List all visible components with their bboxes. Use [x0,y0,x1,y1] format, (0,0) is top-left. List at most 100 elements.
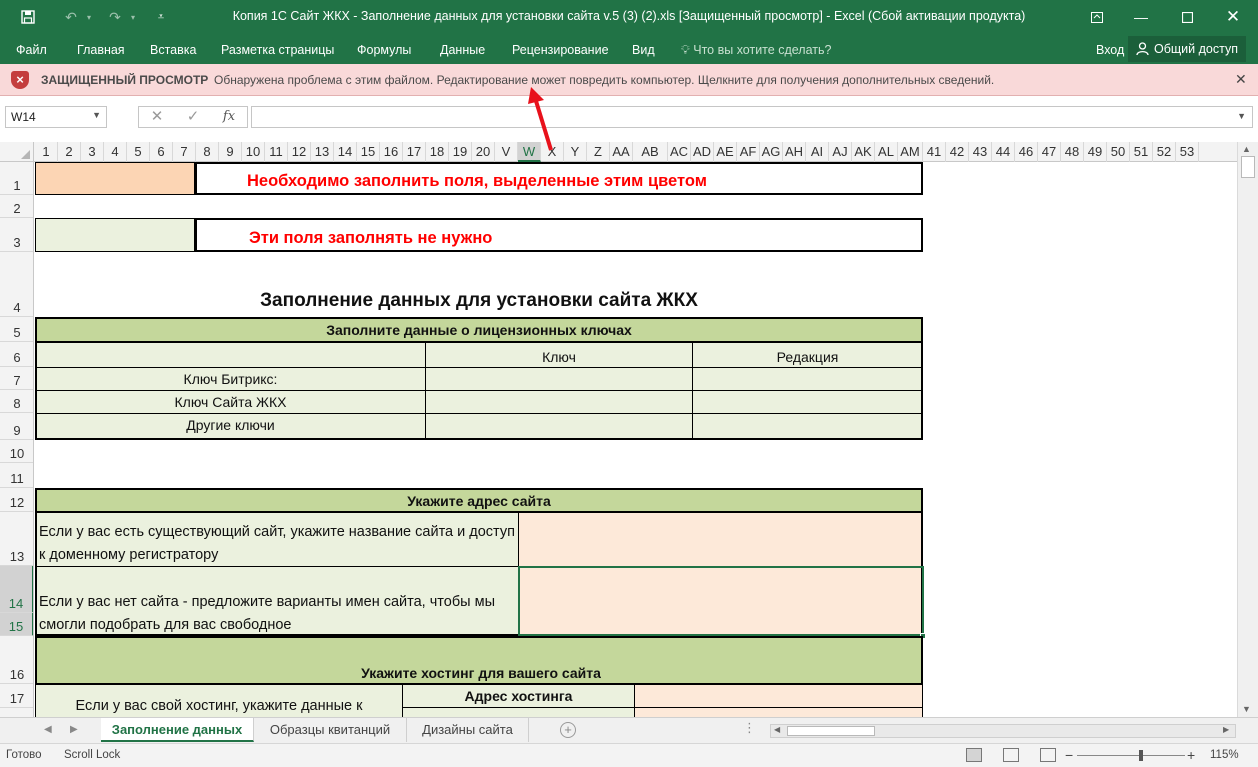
column-header[interactable]: AL [875,142,898,162]
tab-view[interactable]: Вид [632,39,655,61]
sign-in-link[interactable]: Вход [1096,39,1124,61]
normal-view-icon[interactable] [966,748,982,762]
protected-view-bar[interactable]: × ЗАЩИЩЕННЫЙ ПРОСМОТР Обнаружена проблем… [0,64,1258,96]
tab-file[interactable]: Файл [16,39,47,61]
row-header[interactable]: 5 [0,317,33,342]
share-button[interactable]: Общий доступ [1128,36,1246,62]
column-header[interactable]: 51 [1130,142,1153,162]
customize-qat-icon[interactable]: ⩡ [154,6,168,28]
column-header[interactable]: 13 [311,142,334,162]
column-header[interactable]: 50 [1107,142,1130,162]
column-header[interactable]: V [495,142,518,162]
column-header[interactable]: 47 [1038,142,1061,162]
horizontal-scroll-thumb[interactable] [787,726,875,736]
column-header[interactable]: 16 [380,142,403,162]
column-header[interactable]: 18 [426,142,449,162]
column-header[interactable]: 2 [58,142,81,162]
row-header[interactable]: 6 [0,342,33,367]
prev-sheet-icon[interactable]: ◀ [44,724,52,735]
page-layout-view-icon[interactable] [1003,748,1019,762]
row-header-selected[interactable]: 14 [0,566,33,613]
scroll-down-icon[interactable]: ▼ [1242,704,1251,714]
column-header[interactable]: 19 [449,142,472,162]
save-icon[interactable] [16,6,40,28]
row-header[interactable]: 16 [0,636,33,684]
vertical-scroll-thumb[interactable] [1241,156,1255,178]
enter-icon[interactable]: ✓ [178,106,208,128]
zoom-out-icon[interactable]: − [1065,747,1073,763]
hosting-address-input[interactable] [634,684,923,708]
zoom-slider-knob[interactable] [1139,750,1143,761]
column-header[interactable]: AD [691,142,714,162]
row-header[interactable]: 12 [0,488,33,512]
zoom-level[interactable]: 115% [1210,749,1239,761]
hosting-next-input[interactable] [634,707,923,717]
column-header[interactable]: 53 [1176,142,1199,162]
tab-insert[interactable]: Вставка [150,39,196,61]
scroll-right-icon[interactable]: ▶ [1223,725,1229,734]
close-window-icon[interactable]: ✕ [1210,0,1256,34]
sheet-tab-active[interactable]: Заполнение данных [101,718,254,742]
expand-formula-icon[interactable]: ▼ [1237,111,1246,121]
sheet-tab[interactable]: Дизайны сайта [407,718,529,742]
row-header[interactable]: 4 [0,252,33,317]
column-header[interactable]: 9 [219,142,242,162]
row-header[interactable]: 3 [0,218,33,252]
maximize-icon[interactable] [1164,0,1210,34]
tab-page-layout[interactable]: Разметка страницы [221,39,334,61]
column-header[interactable]: 52 [1153,142,1176,162]
row-header[interactable]: 9 [0,413,33,440]
cell-grid[interactable]: Необходимо заполнить поля, выделенные эт… [35,162,1237,717]
row-header[interactable]: 13 [0,512,33,566]
column-header[interactable]: AI [806,142,829,162]
add-sheet-icon[interactable]: + [560,722,576,738]
legend-optional-cell[interactable]: Эти поля заполнять не нужно [195,218,923,252]
redo-dropdown-icon[interactable]: ▾ [128,6,138,28]
column-header[interactable]: 48 [1061,142,1084,162]
column-header[interactable]: 49 [1084,142,1107,162]
column-header[interactable]: AA [610,142,633,162]
column-header[interactable]: 11 [265,142,288,162]
chevron-down-icon[interactable]: ▼ [92,110,101,120]
close-bar-icon[interactable]: ✕ [1235,71,1247,88]
column-header-selected[interactable]: W [518,142,541,162]
select-all-corner[interactable] [0,142,34,162]
formula-input[interactable]: ▼ [251,106,1253,128]
row-header[interactable]: 17 [0,684,33,708]
name-box[interactable]: W14 ▼ [5,106,107,128]
column-header[interactable]: 6 [150,142,173,162]
row-header[interactable]: 8 [0,390,33,413]
ribbon-display-icon[interactable] [1074,0,1120,34]
row-header[interactable]: 7 [0,367,33,390]
column-header[interactable]: 7 [173,142,196,162]
vertical-scrollbar[interactable]: ▲ ▼ [1237,142,1258,717]
column-header[interactable]: 3 [81,142,104,162]
legend-required-cell[interactable]: Необходимо заполнить поля, выделенные эт… [195,162,923,195]
insert-function-icon[interactable]: fx [214,106,244,128]
column-header[interactable]: Z [587,142,610,162]
horizontal-scrollbar[interactable]: ◀ ▶ [770,724,1236,738]
row-header-selected[interactable]: 15 [0,613,33,636]
next-sheet-icon[interactable]: ▶ [70,724,78,735]
column-header[interactable]: 46 [1015,142,1038,162]
column-header[interactable]: 1 [35,142,58,162]
tell-me-search[interactable]: 💡︎ Что вы хотите сделать? [681,39,831,61]
column-header[interactable]: 42 [946,142,969,162]
column-header[interactable]: 15 [357,142,380,162]
redo-icon[interactable]: ↷ [104,6,126,28]
column-header[interactable]: AF [737,142,760,162]
column-header[interactable]: AC [668,142,691,162]
column-header[interactable]: AH [783,142,806,162]
page-break-view-icon[interactable] [1040,748,1056,762]
scroll-up-icon[interactable]: ▲ [1242,144,1251,154]
column-header[interactable]: 20 [472,142,495,162]
row-header[interactable]: 2 [0,195,33,218]
zoom-slider-track[interactable] [1077,755,1185,756]
zoom-in-icon[interactable]: + [1187,747,1195,763]
column-header[interactable]: AE [714,142,737,162]
row-header[interactable]: 11 [0,463,33,488]
row-header[interactable]: 10 [0,440,33,463]
tab-formulas[interactable]: Формулы [357,39,411,61]
legend-required-swatch[interactable] [35,162,195,195]
column-header[interactable]: AM [898,142,923,162]
